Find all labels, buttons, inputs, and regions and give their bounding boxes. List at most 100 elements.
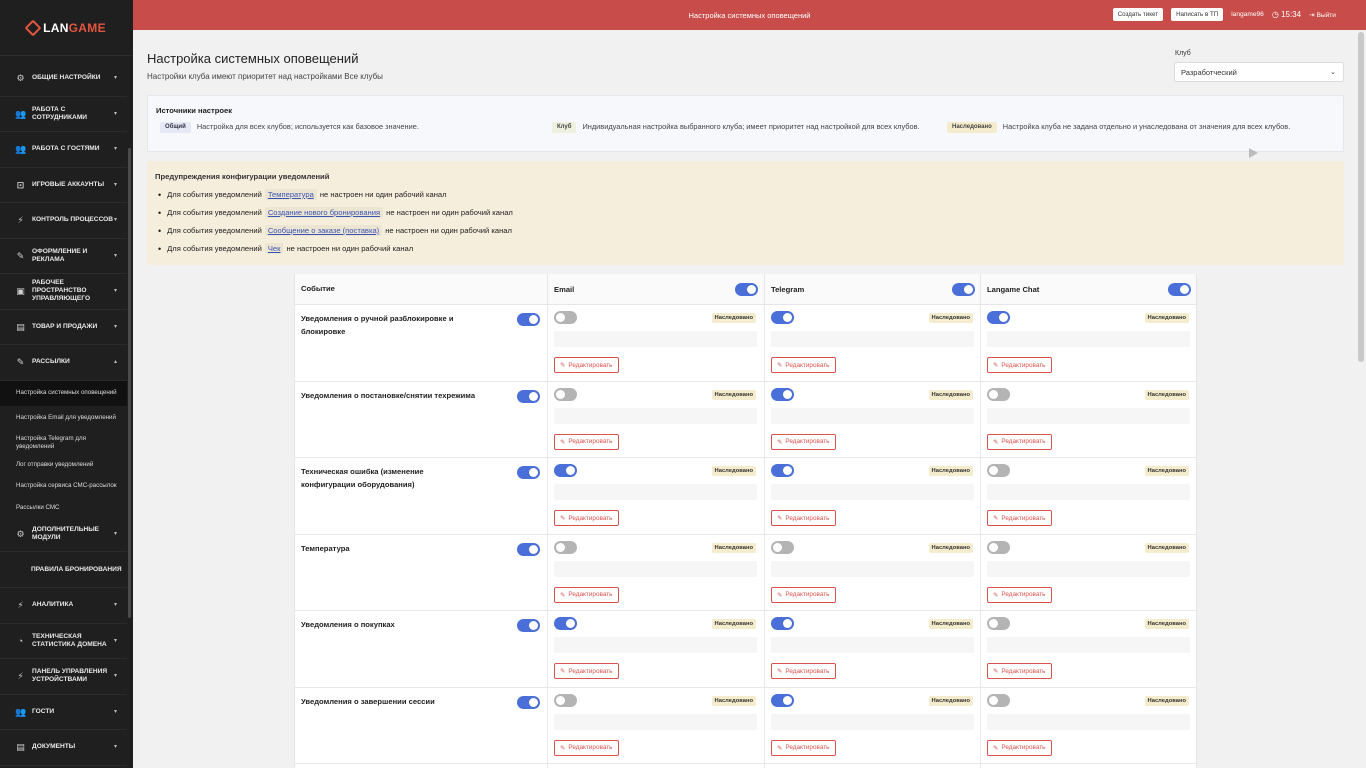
edit-button[interactable]: ✎ Редактировать [771, 739, 836, 756]
sidebar-item[interactable]: 👥 Работа с гостями ▾ [0, 132, 127, 168]
telegram-toggle[interactable] [771, 693, 794, 707]
chat-toggle[interactable] [987, 311, 1010, 324]
edit-button[interactable]: ✎ Редактировать [987, 357, 1052, 373]
event-enabled-toggle[interactable] [517, 619, 540, 632]
sidebar-subitem[interactable]: Настройка сервиса СМС-рассылок [0, 474, 127, 499]
warning-prefix: Для события уведомлений [167, 244, 262, 253]
edit-button[interactable]: ✎ Редактировать [771, 433, 836, 450]
event-name: Уведомления о завершении сессии [301, 696, 435, 706]
write-support-button[interactable]: Написать в ТП [1171, 8, 1224, 21]
edit-button[interactable]: ✎ Редактировать [987, 586, 1052, 603]
sidebar-item[interactable]: ▤ Документы ▾ [0, 730, 127, 766]
email-toggle[interactable] [554, 617, 577, 630]
event-enabled-toggle[interactable] [517, 695, 540, 709]
sidebar-item[interactable]: ⚡ Аналитика ▾ [0, 588, 127, 624]
edit-button[interactable]: ✎ Редактировать [554, 663, 619, 679]
sidebar-item-booking-rules[interactable]: Правила бронирования [0, 552, 127, 588]
edit-button[interactable]: ✎ Редактировать [771, 663, 836, 679]
sidebar-item[interactable]: ▤ Товар и продажи ▾ [0, 310, 127, 345]
sidebar-item[interactable]: ⚙ Общие настройки ▾ [0, 61, 127, 97]
email-toggle[interactable] [554, 540, 577, 554]
bullet: • [158, 225, 162, 236]
edit-button[interactable]: ✎ Редактировать [771, 586, 836, 603]
chat-toggle[interactable] [987, 693, 1010, 707]
sidebar-subitem[interactable]: Настройка системных оповещений [0, 380, 127, 406]
username[interactable]: langame96 [1231, 11, 1264, 18]
warning-event-link[interactable]: Температура [264, 189, 317, 200]
create-ticket-button[interactable]: Создать тикет [1112, 8, 1164, 21]
edit-button[interactable]: ✎ Редактировать [987, 663, 1052, 679]
warning-event-link[interactable]: Создание нового бронирования [264, 207, 384, 218]
event-enabled-toggle[interactable] [517, 389, 540, 403]
warning-event-link[interactable]: Сообщение о заказе (поставка) [264, 225, 383, 236]
telegram-toggle[interactable] [771, 311, 794, 324]
briefcase-icon: ▣ [16, 286, 25, 297]
edit-button[interactable]: ✎ Редактировать [554, 586, 619, 603]
sidebar-subitem[interactable]: Рассылки СМС [0, 499, 127, 517]
edit-button[interactable]: ✎ Редактировать [771, 510, 836, 526]
edit-button[interactable]: ✎ Редактировать [987, 739, 1052, 756]
edit-label: Редактировать [568, 667, 613, 675]
warning-event-link[interactable]: Чек [264, 243, 284, 254]
email-toggle[interactable] [554, 311, 577, 324]
email-toggle[interactable] [554, 387, 577, 401]
inherited-badge: Наследовано [1144, 619, 1189, 629]
recipient-placeholder [554, 713, 757, 730]
telegram-toggle[interactable] [771, 540, 794, 554]
chat-toggle[interactable] [987, 617, 1010, 630]
edit-icon: ✎ [16, 250, 25, 261]
recipient-placeholder [987, 560, 1190, 577]
logout-button[interactable]: ⇥ Выйти [1309, 11, 1336, 19]
event-enabled-toggle[interactable] [517, 466, 540, 479]
sidebar-item-label: Оформление и реклама [32, 247, 88, 263]
recipient-placeholder [771, 484, 974, 500]
chat-toggle[interactable] [987, 387, 1010, 401]
edit-label: Редактировать [785, 667, 830, 675]
chat-channel-toggle[interactable] [1168, 283, 1191, 296]
chat-toggle[interactable] [987, 540, 1010, 554]
edit-button[interactable]: ✎ Редактировать [554, 739, 619, 756]
event-enabled-toggle[interactable] [517, 542, 540, 556]
sidebar-item[interactable]: ⚡ Панель управления устройствами ▾ [0, 659, 127, 695]
chat-toggle[interactable] [987, 464, 1010, 477]
chevron-down-icon: ⌄ [1330, 69, 1336, 76]
sidebar-item[interactable]: ✎ Оформление и реклама ▾ [0, 239, 127, 274]
sidebar-scrollbar[interactable] [128, 148, 131, 618]
email-toggle[interactable] [554, 464, 577, 477]
pencil-icon: ✎ [993, 591, 999, 599]
chevron-down-icon: ▾ [113, 217, 117, 224]
inherited-badge: Наследовано [928, 389, 973, 400]
sidebar-item[interactable]: ✎ Рассылки ▴ [0, 345, 127, 381]
sidebar-item[interactable]: 👥 Работа с сотрудниками ▾ [0, 97, 127, 132]
telegram-channel-toggle[interactable] [952, 283, 975, 296]
edit-button[interactable]: ✎ Редактировать [987, 510, 1052, 526]
telegram-toggle[interactable] [771, 617, 794, 630]
recipient-placeholder [987, 407, 1190, 424]
logo[interactable]: LANGAME [0, 0, 133, 56]
telegram-toggle[interactable] [771, 464, 794, 477]
sidebar-item[interactable]: ▣ Рабочее пространство управляющего ▾ [0, 274, 127, 310]
event-enabled-toggle[interactable] [517, 313, 540, 326]
club-select-value: Разработческий [1181, 68, 1237, 77]
sidebar-item[interactable]: ◔ Техническая статистика домена ▾ [0, 624, 127, 659]
edit-button[interactable]: ✎ Редактировать [554, 357, 619, 373]
sidebar-item[interactable]: ⚙ Дополнительные модули ▾ [0, 517, 127, 552]
recipient-placeholder [771, 407, 974, 424]
edit-button[interactable]: ✎ Редактировать [554, 433, 619, 450]
telegram-toggle[interactable] [771, 387, 794, 401]
sidebar-subitem[interactable]: Лог отправки уведомлений [0, 456, 127, 474]
edit-button[interactable]: ✎ Редактировать [771, 357, 836, 373]
sidebar-item[interactable]: ⊡ Игровые аккаунты ▾ [0, 168, 127, 203]
edit-button[interactable]: ✎ Редактировать [554, 510, 619, 526]
email-toggle[interactable] [554, 693, 577, 707]
sidebar-item[interactable]: 👥 Гости ▾ [0, 695, 127, 730]
email-channel-toggle[interactable] [735, 283, 758, 296]
sidebar-subitem[interactable]: Настройка Email для уведомлений [0, 406, 127, 431]
sidebar-item[interactable]: ⚡ Контроль процессов ▾ [0, 203, 127, 239]
edit-button[interactable]: ✎ Редактировать [987, 433, 1052, 450]
channel-cell-telegram: Наследовано ✎ Редактировать [765, 688, 981, 764]
page-scrollbar[interactable] [1358, 32, 1364, 362]
sidebar-subitem[interactable]: Настройка Telegram для уведомлений [0, 431, 127, 456]
club-select[interactable]: Разработческий ⌄ [1174, 62, 1344, 82]
sidebar-item-label: Общие настройки [32, 74, 101, 82]
